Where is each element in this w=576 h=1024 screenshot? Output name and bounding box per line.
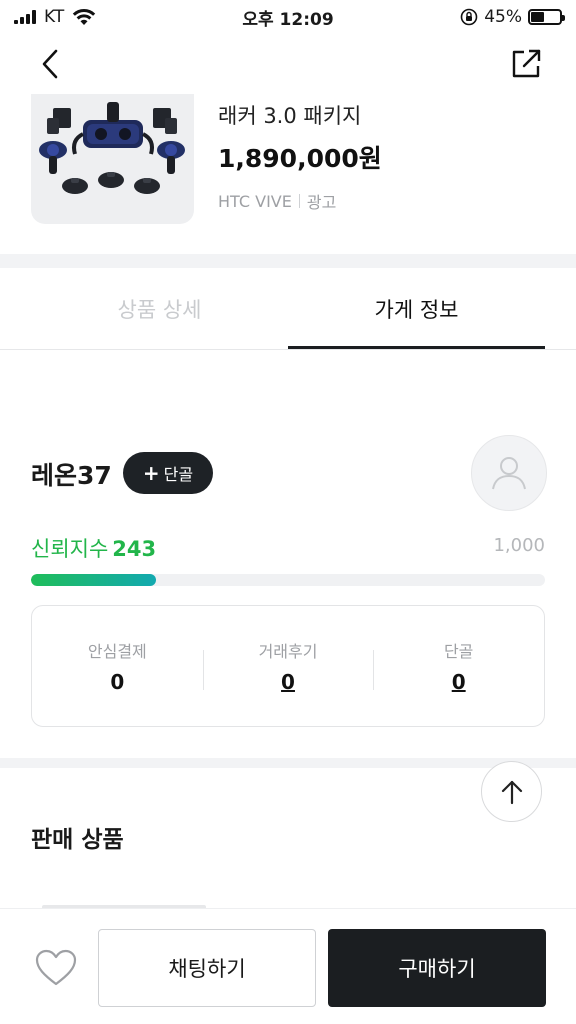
status-bar: KT 오후 12:09 45% xyxy=(0,0,576,34)
bottom-action-bar: 채팅하기 구매하기 xyxy=(0,908,576,1024)
user-icon xyxy=(492,457,526,490)
stat-reviews[interactable]: 거래후기 0 xyxy=(202,638,374,694)
store-stats: 안심결제 0 거래후기 0 단골 0 xyxy=(31,605,545,727)
back-button[interactable] xyxy=(30,46,70,82)
battery-icon xyxy=(528,9,565,25)
product-image xyxy=(39,102,185,194)
battery-fill xyxy=(531,12,544,22)
product-meta: HTC VIVE 광고 xyxy=(218,189,336,213)
product-thumbnail[interactable] xyxy=(31,94,194,224)
trust-progress-bar xyxy=(31,574,545,586)
avatar[interactable] xyxy=(471,435,547,511)
stat-value[interactable]: 0 xyxy=(373,670,544,694)
active-tab-indicator xyxy=(288,346,545,349)
header xyxy=(0,34,576,94)
share-icon xyxy=(512,49,541,78)
stat-label: 안심결제 xyxy=(87,642,147,661)
heart-icon xyxy=(35,949,77,986)
tab-bar: 상품 상세 가게 정보 xyxy=(0,268,576,350)
tab-product-detail[interactable]: 상품 상세 xyxy=(31,268,288,350)
sale-products-title: 판매 상품 xyxy=(31,827,124,853)
carrier-label: KT xyxy=(44,7,65,27)
product-price: 1,890,000원 xyxy=(218,144,382,173)
trust-progress-fill xyxy=(31,574,156,586)
battery-percent: 45% xyxy=(484,7,522,27)
ad-label: 광고 xyxy=(306,193,337,212)
tab-store-info[interactable]: 가게 정보 xyxy=(288,268,545,350)
stat-followers[interactable]: 단골 0 xyxy=(373,638,544,694)
trust-label: 신뢰지수 xyxy=(31,537,109,561)
stat-value: 0 xyxy=(110,670,125,694)
follow-button[interactable]: + 단골 xyxy=(123,452,213,494)
product-summary: 래커 3.0 패키지 1,890,000원 HTC VIVE 광고 xyxy=(0,94,576,254)
status-left: KT xyxy=(14,7,96,27)
wifi-icon xyxy=(73,8,96,25)
buy-button[interactable]: 구매하기 xyxy=(328,929,546,1007)
status-right: 45% xyxy=(460,7,565,27)
stat-safe-payment: 안심결제 0 xyxy=(32,638,203,694)
chat-button[interactable]: 채팅하기 xyxy=(98,929,316,1007)
stat-label: 단골 xyxy=(443,642,474,661)
store-name: 레온37 xyxy=(31,461,112,490)
follow-label: 단골 xyxy=(163,465,194,484)
product-brand[interactable]: HTC VIVE xyxy=(218,192,292,211)
product-title: 래커 3.0 패키지 xyxy=(218,104,362,128)
arrow-up-icon xyxy=(501,780,522,804)
trust-value: 243 xyxy=(112,537,157,561)
section-divider xyxy=(0,254,576,268)
trust-score: 신뢰지수 243 xyxy=(31,533,156,563)
like-button[interactable] xyxy=(31,943,81,993)
plus-icon: + xyxy=(142,461,160,485)
section-divider xyxy=(0,758,576,768)
stat-label: 거래후기 xyxy=(258,642,318,661)
scroll-to-top-button[interactable] xyxy=(481,761,542,822)
chevron-left-icon xyxy=(42,49,58,79)
signal-icon xyxy=(14,10,36,24)
stat-value[interactable]: 0 xyxy=(203,670,374,694)
trust-max: 1,000 xyxy=(493,535,545,556)
orientation-lock-icon xyxy=(460,8,478,26)
share-button[interactable] xyxy=(506,44,546,84)
meta-divider xyxy=(298,194,300,208)
